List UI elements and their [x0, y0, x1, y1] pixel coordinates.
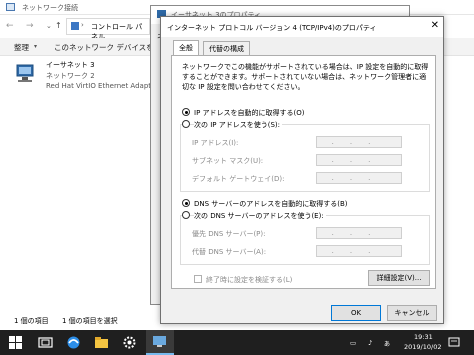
dns-settings-group [180, 215, 430, 265]
ok-button[interactable]: OK [331, 305, 381, 321]
adapter-name: イーサネット 3 [46, 61, 95, 69]
subnet-mask-label: サブネット マスク(U): [192, 157, 264, 165]
forward-arrow-icon[interactable]: → [26, 21, 34, 31]
back-arrow-icon[interactable]: ← [6, 21, 14, 31]
ip-auto-label: IP アドレスを自動的に取得する(O) [194, 109, 305, 117]
action-center-icon[interactable] [448, 336, 460, 348]
preferred-dns-field[interactable]: ... [316, 227, 402, 239]
start-windows-icon[interactable] [8, 335, 23, 350]
dns-manual-label: 次の DNS サーバーのアドレスを使う(E): [194, 211, 326, 221]
default-gateway-label: デフォルト ゲートウェイ(D): [192, 175, 285, 183]
clock-date[interactable]: 2019/10/02 [404, 343, 441, 351]
ip-address-field[interactable]: ... [316, 136, 402, 148]
subnet-mask-field[interactable]: ... [316, 154, 402, 166]
clock-time[interactable]: 19:31 [414, 333, 433, 341]
network-adapter-icon [16, 64, 34, 82]
task-view-icon[interactable] [38, 335, 53, 350]
description-text: ネットワークでこの機能がサポートされている場合は、IP 設定を自動的に取得するこ… [182, 63, 429, 91]
cancel-button[interactable]: キャンセル [387, 305, 437, 321]
system-tray-volume-icon[interactable]: ♪ [368, 339, 372, 347]
ip-auto-radio[interactable] [182, 108, 190, 116]
ip-address-label: IP アドレス(I): [192, 139, 239, 147]
tab-general[interactable]: 全般 [173, 40, 199, 56]
control-panel-icon [71, 22, 79, 30]
organize-button[interactable]: 整理 [14, 42, 29, 53]
adapter-list-item[interactable]: イーサネット 3 ネットワーク 2 Red Hat VirtIO Etherne… [14, 60, 158, 92]
preferred-dns-label: 優先 DNS サーバー(P): [192, 230, 266, 238]
address-bar[interactable]: › コントロール パネル [66, 18, 150, 41]
taskbar-active-app[interactable] [146, 330, 174, 355]
adapter-description: Red Hat VirtIO Ethernet Adapter [46, 82, 159, 90]
validate-label: 終了時に設定を検証する(L) [206, 276, 293, 284]
settings-gear-icon[interactable] [122, 335, 137, 350]
input-method-icon[interactable]: あ [384, 339, 390, 348]
ip-manual-radio[interactable] [182, 120, 190, 128]
network-connections-icon [6, 3, 15, 11]
dns-auto-label: DNS サーバーのアドレスを自動的に取得する(B) [194, 200, 348, 208]
up-arrow-icon[interactable]: ↑ [55, 21, 62, 30]
dns-manual-radio[interactable] [182, 211, 190, 219]
advanced-button[interactable]: 詳細設定(V)... [368, 270, 430, 286]
adapter-network: ネットワーク 2 [46, 72, 95, 80]
ipv4-properties-dialog: インターネット プロトコル バージョン 4 (TCP/IPv4)のプロパティ ✕… [160, 16, 444, 324]
general-tab-panel: ネットワークでこの機能がサポートされている場合は、IP 設定を自動的に取得するこ… [171, 55, 436, 289]
close-button[interactable]: ✕ [431, 20, 439, 31]
file-explorer-icon[interactable] [94, 335, 109, 350]
item-count: 1 個の項目 [14, 317, 49, 325]
dns-auto-radio[interactable] [182, 199, 190, 207]
default-gateway-field[interactable]: ... [316, 172, 402, 184]
validate-checkbox[interactable] [194, 275, 202, 283]
network-settings-app-icon [153, 336, 166, 347]
dialog-title-bar: インターネット プロトコル バージョン 4 (TCP/IPv4)のプロパティ ✕ [161, 17, 443, 37]
tab-alternate-config[interactable]: 代替の構成 [203, 41, 250, 55]
selected-count: 1 個の項目を選択 [62, 317, 118, 325]
system-tray-network-icon[interactable]: ▭ [350, 339, 356, 347]
alternate-dns-label: 代替 DNS サーバー(A): [192, 248, 267, 256]
explorer-title: ネットワーク接続 [22, 4, 78, 12]
recent-dropdown-icon[interactable]: ⌄ [46, 22, 52, 30]
organize-dropdown-icon: ▾ [34, 43, 38, 50]
ip-manual-label: 次の IP アドレスを使う(S): [194, 120, 282, 130]
dialog-title: インターネット プロトコル バージョン 4 (TCP/IPv4)のプロパティ [167, 24, 377, 32]
alternate-dns-field[interactable]: ... [316, 245, 402, 257]
edge-browser-icon[interactable] [66, 335, 81, 350]
